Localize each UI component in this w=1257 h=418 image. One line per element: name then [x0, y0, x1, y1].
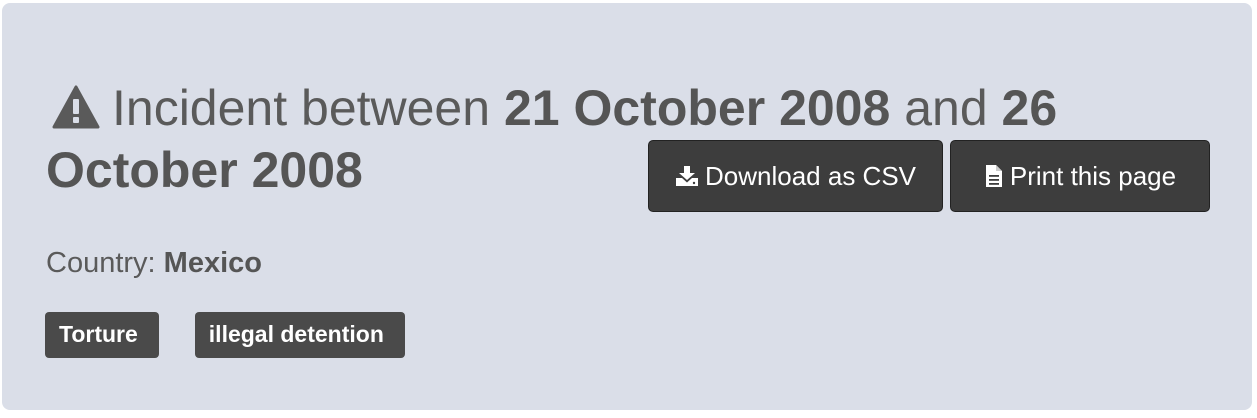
tag-badge: Torture	[45, 312, 159, 358]
title-prefix: Incident between	[112, 80, 491, 136]
warning-triangle-icon	[52, 83, 100, 141]
incident-panel: Incident between 21 October 2008 and 26 …	[2, 3, 1252, 410]
action-buttons: Download as CSV Print this page	[648, 140, 1210, 212]
document-icon	[985, 165, 1002, 187]
download-csv-button[interactable]: Download as CSV	[648, 140, 943, 212]
download-icon	[676, 166, 698, 186]
country-label: Country:	[46, 247, 156, 279]
print-page-button[interactable]: Print this page	[950, 140, 1210, 212]
title-connector: and	[904, 80, 988, 136]
tag-list: Torture illegal detention	[45, 312, 405, 358]
country-value: Mexico	[163, 247, 262, 279]
download-csv-label: Download as CSV	[705, 160, 916, 191]
print-page-label: Print this page	[1009, 160, 1177, 191]
country-line: Country: Mexico	[46, 243, 262, 283]
start-date: 21 October 2008	[503, 80, 891, 136]
tag-badge: illegal detention	[194, 312, 405, 358]
